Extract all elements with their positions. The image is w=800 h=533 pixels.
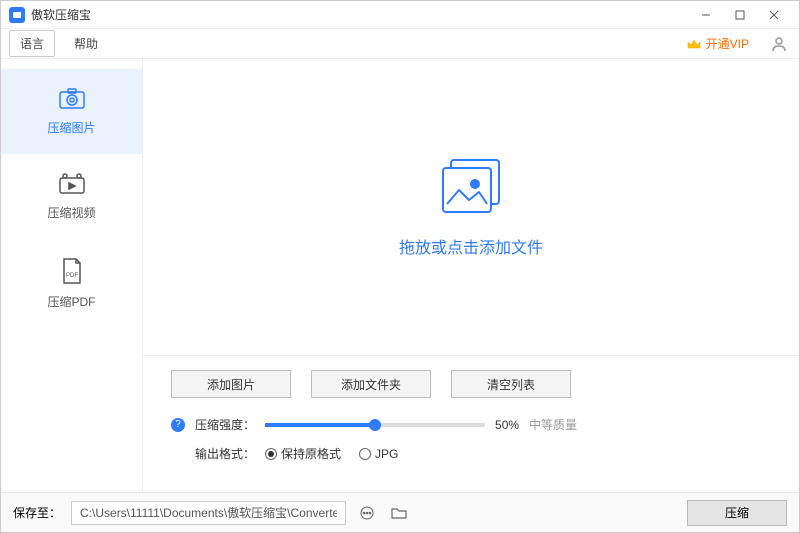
sidebar-item-label: 压缩图片 <box>47 119 95 136</box>
sidebar-item-pdf[interactable]: PDF 压缩PDF <box>1 239 142 328</box>
sidebar-item-video[interactable]: 压缩视频 <box>1 154 142 239</box>
add-image-button[interactable]: 添加图片 <box>171 370 291 398</box>
crown-icon <box>686 37 702 51</box>
compress-button[interactable]: 压缩 <box>687 500 787 526</box>
radio-original[interactable]: 保持原格式 <box>265 445 341 462</box>
pdf-icon: PDF <box>60 257 84 285</box>
image-stack-icon <box>435 156 507 220</box>
radio-jpg[interactable]: JPG <box>359 447 398 461</box>
controls-panel: 添加图片 添加文件夹 清空列表 ? 压缩强度： 50% 中等质量 输出格式： <box>143 355 799 492</box>
sidebar: 压缩图片 压缩视频 PDF 压缩PDF <box>1 59 143 492</box>
user-icon[interactable] <box>767 32 791 56</box>
clear-list-button[interactable]: 清空列表 <box>451 370 571 398</box>
menu-language[interactable]: 语言 <box>9 30 55 57</box>
strength-value: 50% <box>495 418 519 432</box>
app-icon <box>9 7 25 23</box>
format-label: 输出格式： <box>195 445 255 462</box>
help-icon[interactable]: ? <box>171 418 185 432</box>
strength-slider[interactable] <box>265 423 485 427</box>
radio-label: JPG <box>375 447 398 461</box>
close-button[interactable] <box>757 1 791 29</box>
body: 压缩图片 压缩视频 PDF 压缩PDF 拖放或点击添加文件 添加图片 添加文件夹 <box>1 59 799 492</box>
titlebar: 傲软压缩宝 <box>1 1 799 29</box>
svg-text:PDF: PDF <box>66 273 78 279</box>
quality-label: 中等质量 <box>529 416 577 433</box>
format-radio-group: 保持原格式 JPG <box>265 445 398 462</box>
minimize-button[interactable] <box>689 1 723 29</box>
menu-help[interactable]: 帮助 <box>63 30 109 57</box>
drop-area[interactable]: 拖放或点击添加文件 <box>143 59 799 355</box>
sidebar-item-image[interactable]: 压缩图片 <box>1 69 142 154</box>
main-panel: 拖放或点击添加文件 添加图片 添加文件夹 清空列表 ? 压缩强度： 50% 中等… <box>143 59 799 492</box>
save-path-input[interactable] <box>71 501 346 525</box>
add-folder-button[interactable]: 添加文件夹 <box>311 370 431 398</box>
strength-label: 压缩强度： <box>195 416 255 433</box>
maximize-button[interactable] <box>723 1 757 29</box>
sidebar-item-label: 压缩PDF <box>47 293 95 310</box>
vip-button[interactable]: 开通VIP <box>686 35 749 52</box>
save-to-label: 保存至： <box>13 504 61 521</box>
app-title: 傲软压缩宝 <box>31 6 91 23</box>
video-icon <box>58 172 86 196</box>
vip-label: 开通VIP <box>706 35 749 52</box>
drop-text: 拖放或点击添加文件 <box>399 234 543 258</box>
folder-icon[interactable] <box>388 502 410 524</box>
slider-handle[interactable] <box>369 419 381 431</box>
sidebar-item-label: 压缩视频 <box>47 204 95 221</box>
footer: 保存至： 压缩 <box>1 492 799 532</box>
radio-label: 保持原格式 <box>281 445 341 462</box>
camera-icon <box>58 87 86 111</box>
menubar: 语言 帮助 开通VIP <box>1 29 799 59</box>
more-icon[interactable] <box>356 502 378 524</box>
